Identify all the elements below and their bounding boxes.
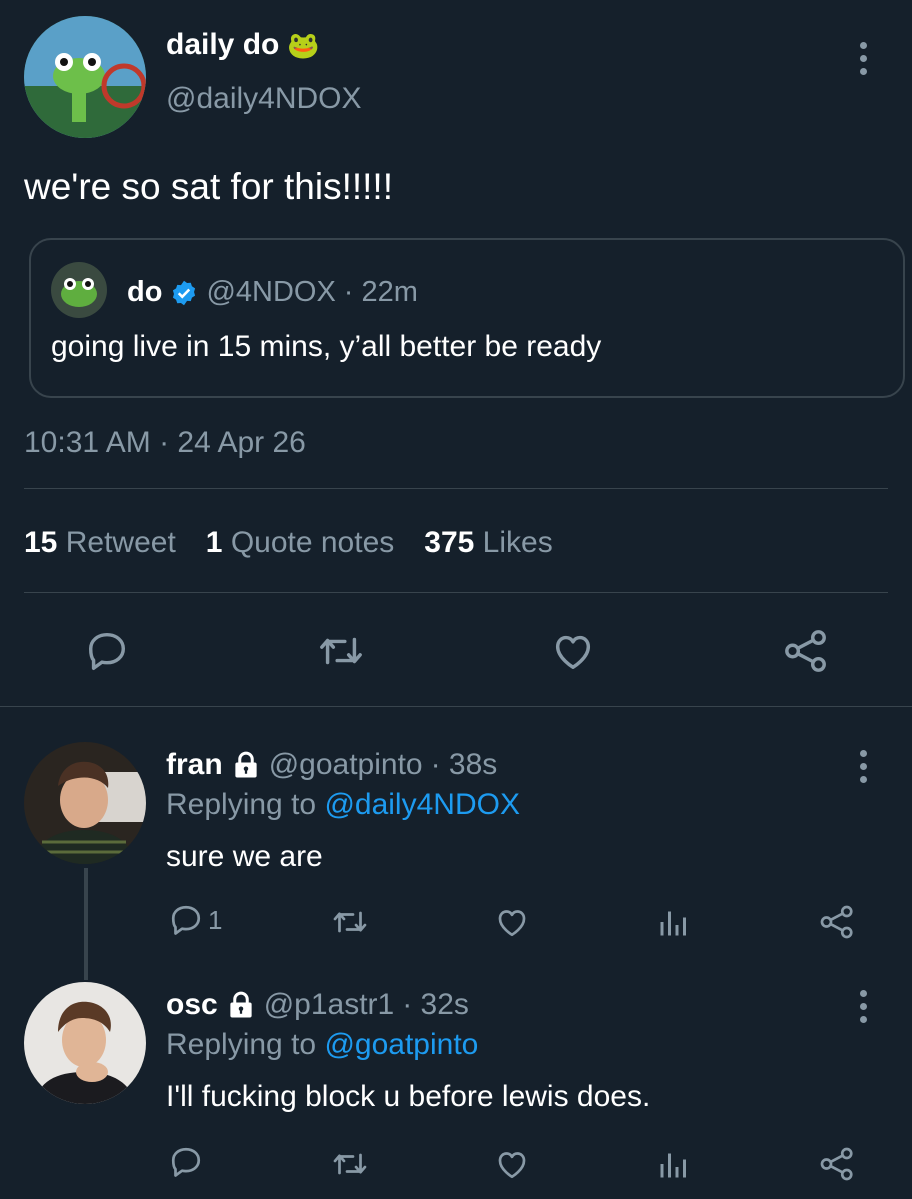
stat-retweets[interactable]: 15 Retweet <box>24 526 176 560</box>
replying-to-link[interactable]: @daily4NDOX <box>324 788 520 821</box>
reply-display-name[interactable]: osc <box>166 988 218 1022</box>
quoted-tweet-card[interactable]: do @4NDOX · 22m going live in 15 mins, y… <box>29 238 905 398</box>
reply-icon[interactable] <box>168 1144 204 1180</box>
main-tweet-text: we're so sat for this!!!!! <box>24 166 393 207</box>
quoted-separator: · <box>343 276 354 308</box>
quoted-tweet-text: going live in 15 mins, y’all better be r… <box>51 330 602 363</box>
main-name-row: daily do 🐸 <box>166 28 320 62</box>
lock-icon <box>231 750 261 780</box>
more-icon[interactable] <box>856 42 870 75</box>
reply-avatar-osc[interactable] <box>24 982 146 1104</box>
quoted-display-name: do <box>127 276 163 308</box>
reply-button[interactable]: 1 <box>168 902 222 938</box>
tweet-timestamp[interactable]: 10:31 AM · 24 Apr 26 <box>24 426 306 460</box>
replying-to-line: Replying to @daily4NDOX <box>166 788 520 821</box>
reply-count: 1 <box>208 904 223 935</box>
reply-icon[interactable] <box>84 628 130 674</box>
more-icon[interactable] <box>856 990 870 1023</box>
reply-avatar-fran[interactable] <box>24 742 146 864</box>
frog-emoji: 🐸 <box>287 29 320 60</box>
quoted-avatar <box>51 262 107 318</box>
divider <box>24 592 888 593</box>
share-icon[interactable] <box>782 628 830 674</box>
share-icon[interactable] <box>818 904 856 940</box>
reply-time: · 32s <box>402 988 469 1021</box>
reply-handle[interactable]: @p1astr1 <box>264 988 395 1022</box>
retweet-icon[interactable] <box>330 1146 370 1182</box>
verified-icon <box>170 279 198 307</box>
reply-time: · 38s <box>430 748 498 781</box>
main-display-name[interactable]: daily do <box>166 28 279 62</box>
quoted-name-row: do @4NDOX · 22m <box>127 276 418 309</box>
analytics-icon[interactable] <box>656 1146 692 1182</box>
quoted-time: 22m <box>361 276 418 308</box>
reply-icon <box>168 902 204 938</box>
reply-header-fran: fran @goatpinto · 38s <box>166 748 497 782</box>
share-icon[interactable] <box>818 1146 856 1182</box>
reply-header-osc: osc @p1astr1 · 32s <box>166 988 469 1022</box>
reply-text: sure we are <box>166 840 323 873</box>
replying-to-line: Replying to @goatpinto <box>166 1028 479 1061</box>
retweet-icon[interactable] <box>316 628 366 674</box>
stat-quotes[interactable]: 1 Quote notes <box>206 526 394 560</box>
stat-likes[interactable]: 375 Likes <box>424 526 552 560</box>
reply-display-name[interactable]: fran <box>166 748 223 782</box>
retweet-icon[interactable] <box>330 904 370 940</box>
thread-line <box>84 868 88 980</box>
reply-text: I'll fucking block u before lewis does. <box>166 1080 651 1113</box>
tweet-stats: 15 Retweet 1 Quote notes 375 Likes <box>24 526 553 560</box>
replying-to-link[interactable]: @goatpinto <box>324 1028 478 1061</box>
like-icon[interactable] <box>494 1146 530 1182</box>
divider <box>24 488 888 489</box>
more-icon[interactable] <box>856 750 870 783</box>
reply-handle[interactable]: @goatpinto <box>269 748 423 782</box>
analytics-icon[interactable] <box>656 904 692 940</box>
main-handle[interactable]: @daily4NDOX <box>166 82 362 116</box>
lock-icon <box>226 990 256 1020</box>
main-avatar[interactable] <box>24 16 146 138</box>
like-icon[interactable] <box>550 628 596 674</box>
quoted-handle: @4NDOX <box>206 276 336 308</box>
divider <box>0 706 912 707</box>
like-icon[interactable] <box>494 904 530 940</box>
